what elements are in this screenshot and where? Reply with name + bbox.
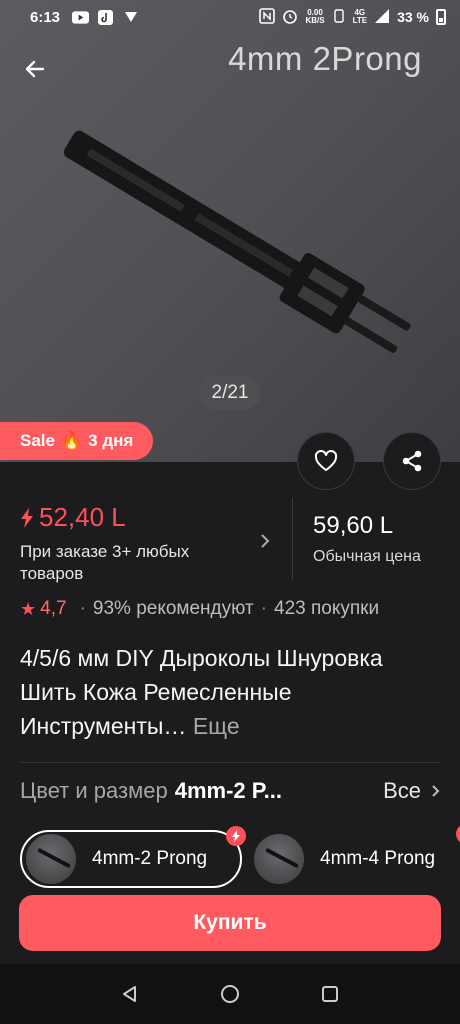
battery-level: 33 % — [397, 9, 429, 25]
circle-home-icon — [221, 985, 239, 1003]
bulk-price-block[interactable]: 52,40 L При заказе 3+ любых товаров — [0, 498, 292, 583]
battery-icon — [436, 9, 446, 25]
share-button[interactable] — [383, 432, 441, 490]
network-type: 4G LTE — [352, 8, 368, 25]
share-icon — [402, 450, 422, 472]
product-title[interactable]: 4/5/6 мм DIY Дыроколы Шнуровка Шить Кожа… — [20, 641, 445, 743]
lightning-icon — [21, 507, 33, 528]
rating-row[interactable]: ★ 4,7 · 93% рекомендуют · 423 покупки — [20, 598, 379, 620]
system-nav-bar — [0, 964, 460, 1024]
nav-home-button[interactable] — [210, 974, 250, 1014]
variant-chip-4mm-4-prong[interactable]: 4mm-4 Prong — [250, 824, 460, 888]
lightning-badge-icon — [226, 826, 246, 846]
square-recents-icon — [322, 986, 338, 1002]
favorite-button[interactable] — [297, 432, 355, 490]
rating-value: 4,7 — [40, 598, 67, 619]
network-speed: 0.00 KB/S — [305, 8, 325, 25]
star-icon: ★ — [20, 598, 37, 619]
youtube-icon — [72, 10, 90, 24]
regular-price: 59,60 L — [313, 512, 394, 539]
recommend-rate: 93% рекомендуют — [92, 598, 254, 619]
divider — [20, 762, 440, 763]
variant-chip-4mm-2-prong[interactable]: 4mm-2 Prong — [20, 826, 246, 888]
more-link[interactable]: Еще — [193, 713, 240, 739]
sale-price-condition: При заказе 3+ любых товаров — [20, 542, 190, 583]
chevron-right-icon — [260, 532, 270, 555]
separator-dot: · — [260, 598, 267, 619]
nav-recents-button[interactable] — [310, 974, 350, 1014]
back-button[interactable] — [18, 52, 52, 86]
sale-price: 52,40 L — [39, 502, 126, 532]
variant-label: Цвет и размер — [20, 778, 168, 803]
variant-thumbnail — [254, 834, 304, 884]
show-all-variants[interactable]: Все — [383, 778, 440, 804]
tiktok-icon — [97, 9, 114, 25]
arrow-left-icon — [25, 60, 45, 78]
regular-price-label: Обычная цена — [313, 548, 421, 565]
alarm-icon — [282, 8, 298, 27]
purchase-count: 423 покупки — [274, 598, 380, 619]
sale-days: 3 дня — [88, 431, 134, 450]
heart-icon — [314, 449, 338, 471]
nfc-icon — [259, 7, 276, 27]
variant-selector[interactable]: Цвет и размер 4mm-2 P... Все — [20, 778, 440, 804]
chevron-right-icon — [432, 785, 440, 797]
separator-dot: · — [79, 598, 86, 619]
clock: 6:13 — [30, 8, 61, 26]
product-image-gallery[interactable]: 4mm 2Prong 2/21 Sale 🔥 3 дня — [0, 0, 460, 462]
sale-label: Sale — [20, 431, 55, 450]
image-caption: 4mm 2Prong — [228, 40, 422, 77]
image-counter: 2/21 — [199, 376, 261, 410]
buy-button[interactable]: Купить — [19, 895, 441, 951]
show-all-label: Все — [383, 778, 421, 803]
triangle-back-icon — [123, 986, 136, 1002]
vibrate-icon — [332, 8, 346, 27]
sale-badge: Sale 🔥 3 дня — [0, 422, 154, 460]
vpn-icon — [122, 10, 139, 24]
price-section: 52,40 L При заказе 3+ любых товаров 59,6… — [0, 498, 460, 583]
variant-chip-label: 4mm-4 Prong — [320, 848, 436, 869]
lightning-badge-icon — [456, 824, 460, 844]
variant-chip-label: 4mm-2 Prong — [92, 848, 208, 869]
variant-thumbnail — [26, 834, 76, 884]
status-bar: 6:13 0.00 KB/S 4G LTE 33 % — [0, 0, 460, 34]
regular-price-block: 59,60 L Обычная цена — [293, 498, 421, 580]
nav-back-button[interactable] — [110, 974, 150, 1014]
flame-icon: 🔥 — [60, 431, 83, 450]
variant-selected: 4mm-2 P... — [174, 778, 282, 803]
signal-icon — [374, 8, 390, 27]
